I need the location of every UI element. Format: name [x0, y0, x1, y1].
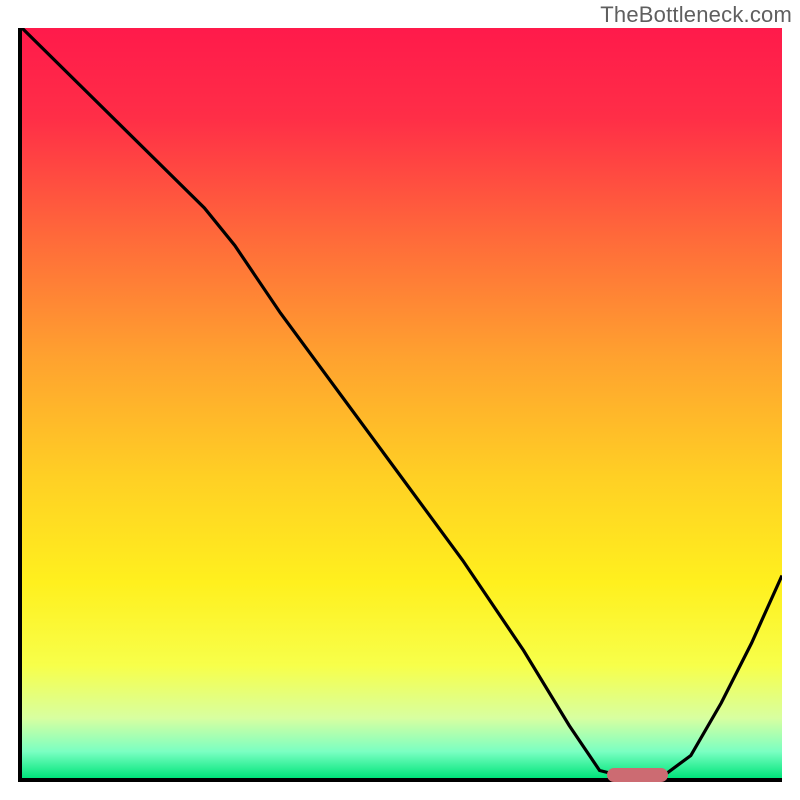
optimal-marker [607, 768, 668, 782]
watermark-label: TheBottleneck.com [600, 2, 792, 28]
chart-container: TheBottleneck.com [0, 0, 800, 800]
bottleneck-curve [22, 28, 782, 778]
